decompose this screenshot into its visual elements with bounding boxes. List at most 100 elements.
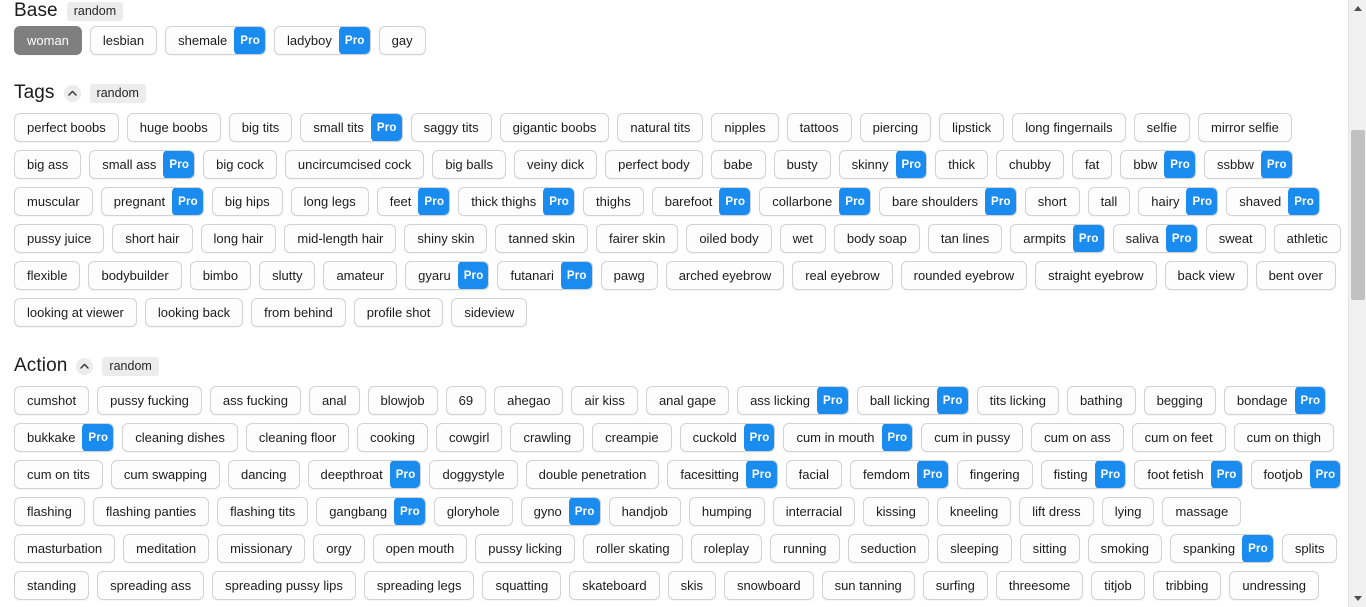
pill-profile-shot[interactable]: profile shot [353, 298, 444, 327]
pill-bondage[interactable]: bondage Pro [1223, 386, 1327, 415]
section-action-random-button[interactable]: random [102, 356, 159, 376]
pill-uncircumcised-cock[interactable]: uncircumcised cock [284, 150, 425, 179]
pill-nipples[interactable]: nipples [711, 113, 779, 142]
pill-looking-back[interactable]: looking back [144, 298, 244, 327]
pill-rounded-eyebrow[interactable]: rounded eyebrow [900, 261, 1028, 290]
section-base-random-button[interactable]: random [66, 1, 124, 21]
pill-footjob[interactable]: footjob Pro [1250, 460, 1342, 489]
pill-thick[interactable]: thick [935, 150, 989, 179]
pill-roller-skating[interactable]: roller skating [582, 534, 683, 563]
pill-kneeling[interactable]: kneeling [936, 497, 1012, 526]
pill-small-tits[interactable]: small tits Pro [300, 113, 403, 142]
pill-selfie[interactable]: selfie [1133, 113, 1190, 142]
pill-futanari[interactable]: futanari Pro [497, 261, 593, 290]
pill-surfing[interactable]: surfing [922, 571, 988, 600]
pill-cum-in-mouth[interactable]: cum in mouth Pro [783, 423, 914, 452]
pill-sitting[interactable]: sitting [1019, 534, 1080, 563]
pill-busty[interactable]: busty [773, 150, 831, 179]
pill-short-hair[interactable]: short hair [112, 224, 193, 253]
pill-interracial[interactable]: interracial [772, 497, 856, 526]
pill-bent-over[interactable]: bent over [1255, 261, 1336, 290]
pill-seduction[interactable]: seduction [847, 534, 930, 563]
pill-dancing[interactable]: dancing [227, 460, 300, 489]
pill-ass-licking[interactable]: ass licking Pro [737, 386, 849, 415]
pill-sun-tanning[interactable]: sun tanning [821, 571, 915, 600]
pill-masturbation[interactable]: masturbation [14, 534, 116, 563]
pill-running[interactable]: running [770, 534, 840, 563]
pill-oiled-body[interactable]: oiled body [686, 224, 772, 253]
pill-air-kiss[interactable]: air kiss [571, 386, 638, 415]
pill-mid-length-hair[interactable]: mid-length hair [284, 224, 397, 253]
pill-tanned-skin[interactable]: tanned skin [495, 224, 588, 253]
pill-cleaning-floor[interactable]: cleaning floor [245, 423, 350, 452]
pill-spreading-legs[interactable]: spreading legs [363, 571, 475, 600]
pill-deepthroat[interactable]: deepthroat Pro [307, 460, 422, 489]
pill-back-view[interactable]: back view [1164, 261, 1248, 290]
pill-tits-licking[interactable]: tits licking [976, 386, 1059, 415]
pill-cowgirl[interactable]: cowgirl [435, 423, 503, 452]
pill-armpits[interactable]: armpits Pro [1010, 224, 1105, 253]
pill-shaved[interactable]: shaved Pro [1226, 187, 1320, 216]
pill-gangbang[interactable]: gangbang Pro [316, 497, 426, 526]
pill-cum-on-thigh[interactable]: cum on thigh [1233, 423, 1335, 452]
pill-real-eyebrow[interactable]: real eyebrow [792, 261, 893, 290]
pill-perfect-boobs[interactable]: perfect boobs [14, 113, 119, 142]
pill-natural-tits[interactable]: natural tits [617, 113, 704, 142]
pill-sweat[interactable]: sweat [1205, 224, 1266, 253]
pill-cum-on-tits[interactable]: cum on tits [14, 460, 103, 489]
pill-skateboard[interactable]: skateboard [569, 571, 660, 600]
pill-spreading-ass[interactable]: spreading ass [97, 571, 205, 600]
pill-muscular[interactable]: muscular [14, 187, 93, 216]
scrollbar-thumb[interactable] [1351, 130, 1365, 300]
pill-roleplay[interactable]: roleplay [690, 534, 763, 563]
pill-veiny-dick[interactable]: veiny dick [514, 150, 598, 179]
pill-gyno[interactable]: gyno Pro [520, 497, 601, 526]
pill-undressing[interactable]: undressing [1229, 571, 1319, 600]
pill-long-fingernails[interactable]: long fingernails [1012, 113, 1126, 142]
pill-big-hips[interactable]: big hips [211, 187, 283, 216]
pill-massage[interactable]: massage [1162, 497, 1242, 526]
pill-double-penetration[interactable]: double penetration [525, 460, 660, 489]
pill-big-balls[interactable]: big balls [432, 150, 507, 179]
pill-arched-eyebrow[interactable]: arched eyebrow [665, 261, 785, 290]
pill-thick-thighs[interactable]: thick thighs Pro [458, 187, 576, 216]
pill-fingering[interactable]: fingering [956, 460, 1033, 489]
pill-titjob[interactable]: titjob [1091, 571, 1145, 600]
pill-spreading-pussy-lips[interactable]: spreading pussy lips [212, 571, 356, 600]
pill-ahegao[interactable]: ahegao [494, 386, 564, 415]
pill-cuckold[interactable]: cuckold Pro [679, 423, 776, 452]
pill-flashing-tits[interactable]: flashing tits [217, 497, 309, 526]
pill-cum-on-ass[interactable]: cum on ass [1031, 423, 1124, 452]
pill-cum-in-pussy[interactable]: cum in pussy [921, 423, 1024, 452]
pill-bbw[interactable]: bbw Pro [1120, 150, 1197, 179]
pill-threesome[interactable]: threesome [995, 571, 1084, 600]
pill-small-ass[interactable]: small ass Pro [89, 150, 196, 179]
pill-big-cock[interactable]: big cock [203, 150, 277, 179]
pill-tall[interactable]: tall [1087, 187, 1131, 216]
pill-big-tits[interactable]: big tits [228, 113, 293, 142]
pill-saggy-tits[interactable]: saggy tits [410, 113, 492, 142]
pill-gigantic-boobs[interactable]: gigantic boobs [499, 113, 610, 142]
pill-cum-on-feet[interactable]: cum on feet [1131, 423, 1226, 452]
pill-woman[interactable]: woman [14, 26, 82, 55]
pill-blowjob[interactable]: blowjob [367, 386, 438, 415]
pill-splits[interactable]: splits [1281, 534, 1338, 563]
pill-standing[interactable]: standing [14, 571, 90, 600]
pill-looking-at-viewer[interactable]: looking at viewer [14, 298, 137, 327]
pill-skinny[interactable]: skinny Pro [838, 150, 928, 179]
pill-shiny-skin[interactable]: shiny skin [404, 224, 488, 253]
pill-bare-shoulders[interactable]: bare shoulders Pro [878, 187, 1017, 216]
pill-pawg[interactable]: pawg [600, 261, 658, 290]
scrollbar-track[interactable] [1349, 17, 1366, 130]
pill-foot-fetish[interactable]: foot fetish Pro [1134, 460, 1243, 489]
pill-squatting[interactable]: squatting [482, 571, 562, 600]
pill-facial[interactable]: facial [785, 460, 843, 489]
pill-anal[interactable]: anal [308, 386, 360, 415]
pill-orgy[interactable]: orgy [313, 534, 365, 563]
pill-piercing[interactable]: piercing [859, 113, 932, 142]
pill-sideview[interactable]: sideview [451, 298, 528, 327]
pill-cum-swapping[interactable]: cum swapping [110, 460, 220, 489]
pill-lift-dress[interactable]: lift dress [1019, 497, 1094, 526]
pill-pussy-licking[interactable]: pussy licking [475, 534, 575, 563]
pill-cumshot[interactable]: cumshot [14, 386, 90, 415]
